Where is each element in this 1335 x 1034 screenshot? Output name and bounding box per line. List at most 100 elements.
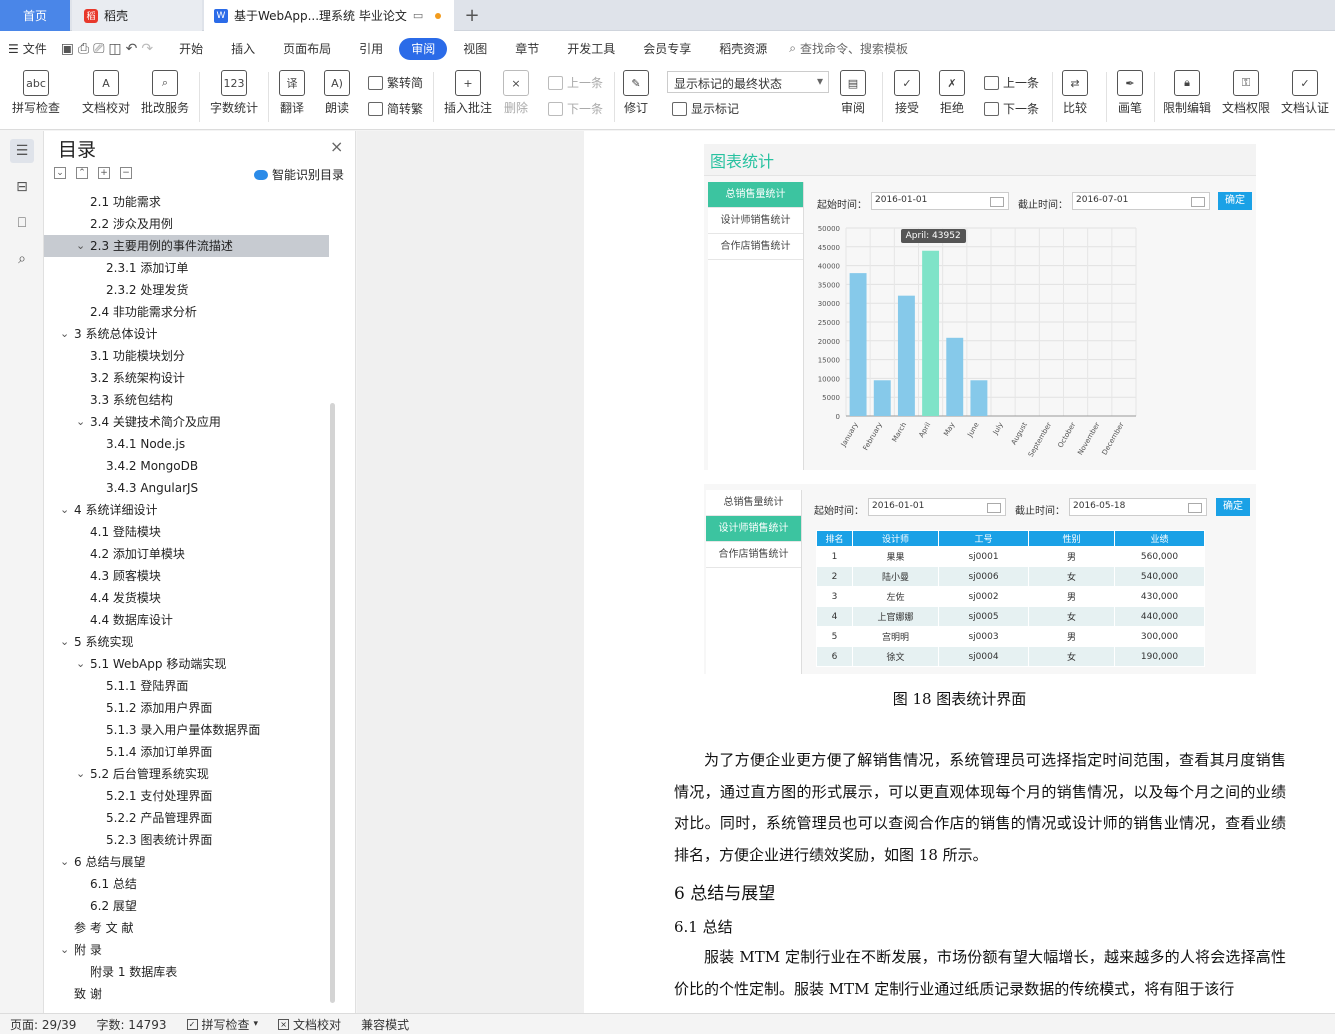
toc-item[interactable]: 3.3 系统包结构 xyxy=(44,389,329,411)
toc-item[interactable]: 2.4 非功能需求分析 xyxy=(44,301,329,323)
document-rights-button[interactable]: ⚿ 文档权限 xyxy=(1222,70,1270,116)
confirm-button[interactable]: 确定 xyxy=(1216,498,1250,516)
track-changes-button[interactable]: ✎ 修订 xyxy=(623,70,649,116)
next-change-button[interactable]: 下一条 xyxy=(984,100,1039,117)
print-icon[interactable]: ⎚ xyxy=(93,41,104,57)
traditional-to-simplified-button[interactable]: 繁转简 xyxy=(368,74,423,91)
toc-item[interactable]: ⌄ 3 系统总体设计 xyxy=(44,323,329,345)
document-cert-button[interactable]: ✓ 文档认证 xyxy=(1281,70,1329,116)
side-menu-item[interactable]: 总销售量统计 xyxy=(706,490,801,516)
chevron-down-icon[interactable]: ⌄ xyxy=(76,763,85,785)
toc-item[interactable]: ⌄ 3.4 关键技术简介及应用 xyxy=(44,411,329,433)
toc-item[interactable]: ⌄ 5 系统实现 xyxy=(44,631,329,653)
print-preview-icon[interactable]: ◫ xyxy=(108,41,121,57)
chevron-down-icon[interactable]: ⌄ xyxy=(60,323,69,345)
markup-mode-select[interactable]: 显示标记的最终状态 xyxy=(667,71,829,93)
side-menu-item[interactable]: 合作店销售统计 xyxy=(706,542,801,568)
proofread-toggle[interactable]: × 文档校对 xyxy=(268,1016,351,1033)
toc-item[interactable]: 3.4.3 AngularJS xyxy=(44,477,329,499)
toc-item[interactable]: 3.2 系统架构设计 xyxy=(44,367,329,389)
side-menu-item[interactable]: 设计师销售统计 xyxy=(708,208,803,234)
compare-button[interactable]: ⇄ 比较 xyxy=(1062,70,1088,116)
toc-item[interactable]: 5.1.3 录入用户量体数据界面 xyxy=(44,719,329,741)
read-aloud-button[interactable]: A) 朗读 xyxy=(324,70,350,116)
new-tab-button[interactable]: + xyxy=(458,0,486,31)
page-indicator[interactable]: 页面: 29/39 xyxy=(0,1016,86,1033)
chevron-down-icon[interactable]: ⌄ xyxy=(76,235,85,257)
tab-home[interactable]: 首页 xyxy=(0,0,70,31)
spell-check-button[interactable]: abc 拼写检查 xyxy=(12,70,60,116)
file-menu-button[interactable]: ☰ 文件 xyxy=(0,37,55,61)
previous-comment-button[interactable]: 上一条 xyxy=(548,74,603,91)
toc-item[interactable]: 4.4 数据库设计 xyxy=(44,609,329,631)
tab-document[interactable]: W 基于WebApp...理系统 毕业论文 ▭ xyxy=(204,0,454,31)
side-menu-item[interactable]: 总销售量统计 xyxy=(708,182,803,208)
toc-item[interactable]: 3.4.2 MongoDB xyxy=(44,455,329,477)
toc-item[interactable]: 6.2 展望 xyxy=(44,895,329,917)
toc-item[interactable]: 2.2 涉众及用例 xyxy=(44,213,329,235)
menu-tab[interactable]: 稻壳资源 xyxy=(707,38,779,60)
toc-item[interactable]: 5.2.1 支付处理界面 xyxy=(44,785,329,807)
toc-item[interactable]: 6.1 总结 xyxy=(44,873,329,895)
toc-item[interactable]: 2.3.2 处理发货 xyxy=(44,279,329,301)
redo-icon[interactable]: ↷ xyxy=(141,41,153,57)
end-time-input[interactable]: 2016-05-18 xyxy=(1069,498,1207,516)
menu-tab[interactable]: 页面布局 xyxy=(271,38,343,60)
toc-item[interactable]: 3.1 功能模块划分 xyxy=(44,345,329,367)
toc-scrollbar[interactable] xyxy=(330,403,335,1003)
toc-item[interactable]: 5.2.2 产品管理界面 xyxy=(44,807,329,829)
menu-tab[interactable]: 引用 xyxy=(347,38,395,60)
word-count-indicator[interactable]: 字数: 14793 xyxy=(86,1016,176,1033)
toc-item[interactable]: ⌄ 4 系统详细设计 xyxy=(44,499,329,521)
menu-tab[interactable]: 开始 xyxy=(167,38,215,60)
show-markup-button[interactable]: 显示标记 xyxy=(672,100,739,117)
spell-check-toggle[interactable]: ✓ 拼写检查 ▾ xyxy=(177,1016,269,1033)
previous-change-button[interactable]: 上一条 xyxy=(984,74,1039,91)
delete-comment-button[interactable]: × 删除 xyxy=(503,70,529,116)
search-icon[interactable]: ⌕ xyxy=(10,247,34,271)
word-count-button[interactable]: 123 字数统计 xyxy=(210,70,258,116)
bookmark-icon[interactable]: ⎕ xyxy=(10,211,34,235)
menu-tab[interactable]: 章节 xyxy=(503,38,551,60)
chevron-down-icon[interactable]: ⌄ xyxy=(60,851,69,873)
expand-all-icon[interactable]: + xyxy=(98,167,110,179)
save-icon[interactable]: ▣ xyxy=(61,41,74,57)
chevron-down-icon[interactable]: ⌄ xyxy=(60,939,69,961)
toc-item[interactable]: 致 谢 xyxy=(44,983,329,1005)
menu-tab[interactable]: 插入 xyxy=(219,38,267,60)
collapse-down-icon[interactable]: ⌄ xyxy=(54,167,66,179)
toc-item[interactable]: 5.1.2 添加用户界面 xyxy=(44,697,329,719)
tab-docer[interactable]: 稻稻壳 xyxy=(72,0,202,31)
toc-item[interactable]: 4.2 添加订单模块 xyxy=(44,543,329,565)
toc-item[interactable]: ⌄ 2.3 主要用例的事件流描述 xyxy=(44,235,329,257)
translate-button[interactable]: 译翻译 xyxy=(279,70,305,116)
toc-item[interactable]: 3.4.1 Node.js xyxy=(44,433,329,455)
command-search[interactable]: ⌕ 查找命令、搜索模板 xyxy=(789,40,908,57)
restrict-editing-button[interactable]: 🔒︎ 限制编辑 xyxy=(1163,70,1211,116)
chevron-down-icon[interactable]: ⌄ xyxy=(76,411,85,433)
toc-item[interactable]: ⌄ 附 录 xyxy=(44,939,329,961)
next-comment-button[interactable]: 下一条 xyxy=(548,100,603,117)
collapse-up-icon[interactable]: ⌃ xyxy=(76,167,88,179)
start-time-input[interactable]: 2016-01-01 xyxy=(871,192,1009,210)
simplified-to-traditional-button[interactable]: 简转繁 xyxy=(368,100,423,117)
menu-tab[interactable]: 开发工具 xyxy=(555,38,627,60)
smart-toc-button[interactable]: 智能识别目录 xyxy=(254,166,344,183)
reject-button[interactable]: ✗ 拒绝 xyxy=(939,70,965,116)
toc-item[interactable]: ⌄ 5.2 后台管理系统实现 xyxy=(44,763,329,785)
insert-comment-button[interactable]: + 插入批注 xyxy=(444,70,492,116)
toc-item[interactable]: 5.1.1 登陆界面 xyxy=(44,675,329,697)
toc-item[interactable]: 4.3 顾客模块 xyxy=(44,565,329,587)
toc-item[interactable]: 4.4 发货模块 xyxy=(44,587,329,609)
accept-button[interactable]: ✓ 接受 xyxy=(894,70,920,116)
start-time-input[interactable]: 2016-01-01 xyxy=(868,498,1006,516)
menu-tab[interactable]: 视图 xyxy=(451,38,499,60)
correction-service-button[interactable]: ⌕ 批改服务 xyxy=(141,70,189,116)
end-time-input[interactable]: 2016-07-01 xyxy=(1072,192,1210,210)
toc-item[interactable]: ⌄ 5.1 WebApp 移动端实现 xyxy=(44,653,329,675)
chevron-down-icon[interactable]: ⌄ xyxy=(76,653,85,675)
toc-item[interactable]: ⌄ 6 总结与展望 xyxy=(44,851,329,873)
toc-item[interactable]: 2.1 功能需求 xyxy=(44,191,329,213)
toc-item[interactable]: 附录 1 数据库表 xyxy=(44,961,329,983)
side-menu-item[interactable]: 设计师销售统计 xyxy=(706,516,801,542)
